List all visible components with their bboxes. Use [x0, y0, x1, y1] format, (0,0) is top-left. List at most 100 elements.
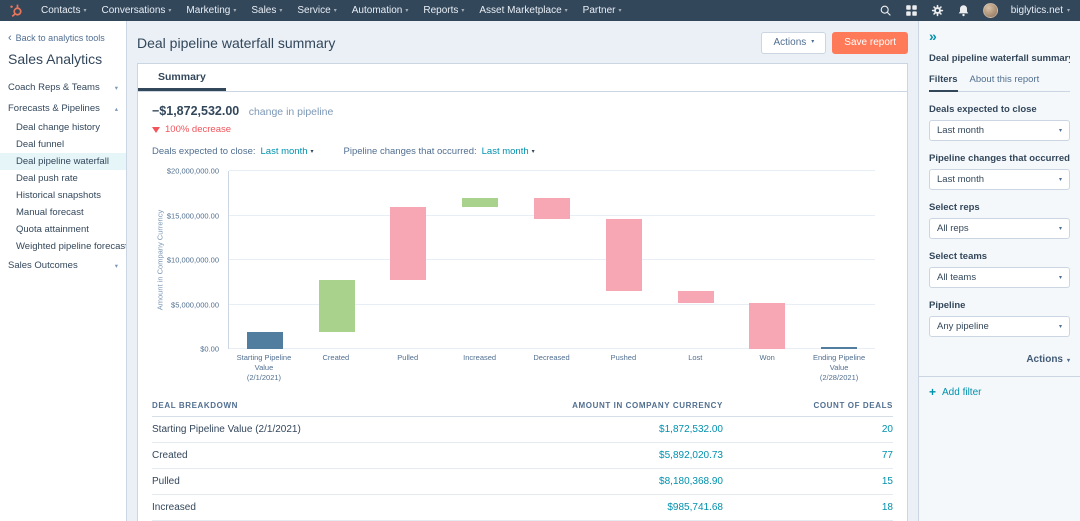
filter-select-select-teams[interactable]: All teams ▾: [929, 267, 1070, 288]
y-axis-tick-label: $0.00: [200, 345, 219, 354]
count-link[interactable]: 20: [723, 424, 893, 435]
filter-select-pipeline-changes-that-occurred[interactable]: Last month▾: [929, 169, 1070, 190]
save-report-button[interactable]: Save report: [832, 32, 908, 54]
sidebar-section-label: Forecasts & Pipelines: [8, 103, 100, 114]
row-label: Pulled: [152, 476, 493, 487]
count-link[interactable]: 77: [723, 450, 893, 461]
filter-group-select-reps: Select repsAll reps▾: [929, 202, 1070, 239]
inline-filter-dropdown[interactable]: Last month▾: [482, 146, 535, 157]
collapse-panel-icon[interactable]: »: [929, 29, 1070, 43]
x-axis-label: Won: [731, 353, 803, 382]
caret-down-icon: ▾: [811, 39, 814, 46]
inline-filter-dropdown[interactable]: Last month▾: [261, 146, 314, 157]
column-header-deal-breakdown: DEAL BREAKDOWN: [152, 401, 493, 410]
waterfall-bar-pulled[interactable]: [390, 207, 426, 280]
amount-link[interactable]: $985,741.68: [493, 502, 723, 513]
nav-item-reports[interactable]: Reports▾: [423, 5, 464, 16]
filter-group-label: Pipeline: [929, 300, 1070, 311]
amount-link[interactable]: $8,180,368.90: [493, 476, 723, 487]
tab-summary[interactable]: Summary: [138, 64, 226, 91]
x-axis-label: Lost: [659, 353, 731, 382]
nav-item-service[interactable]: Service▾: [297, 5, 336, 16]
waterfall-bar-pushed[interactable]: [606, 219, 642, 291]
nav-item-marketing[interactable]: Marketing▾: [186, 5, 236, 16]
sidebar-item-deal-funnel[interactable]: Deal funnel: [0, 136, 126, 153]
deal-breakdown-table: DEAL BREAKDOWN AMOUNT IN COMPANY CURRENC…: [152, 396, 893, 521]
count-link[interactable]: 15: [723, 476, 893, 487]
waterfall-bar-lost[interactable]: [678, 291, 714, 303]
x-axis-label: Pulled: [372, 353, 444, 382]
sidebar-section-coach-reps-teams[interactable]: Coach Reps & Teams▾: [0, 77, 126, 98]
pipeline-change-label: change in pipeline: [249, 106, 334, 118]
hubspot-sprocket-logo[interactable]: [10, 4, 23, 17]
sidebar-nav: Coach Reps & Teams▾Forecasts & Pipelines…: [0, 77, 126, 276]
column-header-count: COUNT OF DEALS: [723, 401, 893, 410]
amount-link[interactable]: $5,892,020.73: [493, 450, 723, 461]
filter-group-select-teams: Select teamsAll teams▾: [929, 251, 1070, 288]
y-axis-tick-label: $5,000,000.00: [171, 300, 219, 309]
sidebar-item-quota-attainment[interactable]: Quota attainment: [0, 221, 126, 238]
amount-link[interactable]: $1,872,532.00: [493, 424, 723, 435]
sidebar-item-manual-forecast[interactable]: Manual forecast: [0, 204, 126, 221]
tab-about-this-report[interactable]: About this report: [970, 74, 1040, 91]
nav-item-partner[interactable]: Partner▾: [583, 5, 622, 16]
topnav-right-cluster: biglytics.net ▾: [879, 3, 1070, 18]
nav-item-asset-marketplace[interactable]: Asset Marketplace▾: [479, 5, 567, 16]
waterfall-bar-decreased[interactable]: [534, 198, 570, 219]
search-icon[interactable]: [879, 4, 892, 17]
nav-item-sales[interactable]: Sales▾: [251, 5, 282, 16]
sidebar-item-weighted-pipeline-forecast[interactable]: Weighted pipeline forecast: [0, 238, 126, 255]
sidebar-item-deal-pipeline-waterfall[interactable]: Deal pipeline waterfall: [0, 153, 126, 170]
x-axis-label: Decreased: [516, 353, 588, 382]
notifications-bell-icon[interactable]: [957, 4, 970, 17]
filter-select-value: All teams: [937, 272, 976, 283]
sidebar-item-historical-snapshots[interactable]: Historical snapshots: [0, 187, 126, 204]
add-filter-label: Add filter: [942, 387, 981, 398]
table-body: Starting Pipeline Value (2/1/2021)$1,872…: [152, 417, 893, 521]
caret-down-icon: ▾: [1059, 274, 1062, 281]
filter-select-deals-expected-to-close[interactable]: Last month▾: [929, 120, 1070, 141]
filters-panel-tabs: Filters About this report: [929, 74, 1070, 92]
add-filter-button[interactable]: + Add filter: [929, 386, 1070, 398]
filters-panel-title: Deal pipeline waterfall summary: [929, 53, 1070, 64]
sidebar-item-deal-push-rate[interactable]: Deal push rate: [0, 170, 126, 187]
row-label: Created: [152, 450, 493, 461]
table-row: Created$5,892,020.7377: [152, 443, 893, 469]
row-label: Starting Pipeline Value (2/1/2021): [152, 424, 493, 435]
caret-down-icon: ▾: [1059, 225, 1062, 232]
filter-select-select-reps[interactable]: All reps▾: [929, 218, 1070, 239]
filter-select-pipeline[interactable]: Any pipeline▾: [929, 316, 1070, 337]
sidebar-section-forecasts-pipelines[interactable]: Forecasts & Pipelines▴: [0, 98, 126, 119]
waterfall-bar-increased[interactable]: [462, 198, 498, 207]
actions-button[interactable]: Actions ▾: [761, 32, 826, 54]
waterfall-chart: Amount in Company Currency $0.00$5,000,0…: [152, 171, 893, 382]
sidebar-section-sales-outcomes[interactable]: Sales Outcomes▾: [0, 255, 126, 276]
filter-group-pipeline: Pipeline Any pipeline▾: [929, 300, 1070, 337]
inline-filter-deals-expected-to-close: Deals expected to close: Last month▾: [152, 146, 314, 157]
waterfall-bar-ending-pipeline-value-2-28-2021[interactable]: [821, 347, 857, 349]
nav-item-conversations[interactable]: Conversations▾: [101, 5, 171, 16]
sidebar-item-deal-change-history[interactable]: Deal change history: [0, 119, 126, 136]
panel-actions-label: Actions: [1026, 354, 1063, 365]
waterfall-bar-created[interactable]: [319, 280, 355, 332]
nav-item-contacts[interactable]: Contacts▾: [41, 5, 86, 16]
page-title: Deal pipeline waterfall summary: [137, 35, 335, 51]
nav-item-automation[interactable]: Automation▾: [352, 5, 409, 16]
x-axis-label: Ending Pipeline Value (2/28/2021): [803, 353, 875, 382]
report-tabbar: Summary: [138, 64, 907, 92]
caret-down-icon: ▾: [618, 7, 621, 14]
inline-filter-label: Deals expected to close:: [152, 146, 256, 157]
settings-gear-icon[interactable]: [931, 4, 944, 17]
marketplace-grid-icon[interactable]: [905, 4, 918, 17]
back-to-analytics-link[interactable]: ‹ Back to analytics tools: [0, 21, 126, 43]
waterfall-bar-won[interactable]: [749, 303, 785, 349]
account-menu[interactable]: biglytics.net ▾: [1011, 5, 1070, 16]
waterfall-bar-starting-pipeline-value-2-1-2021[interactable]: [247, 332, 283, 349]
count-link[interactable]: 18: [723, 502, 893, 513]
panel-actions-dropdown[interactable]: Actions▾: [929, 354, 1070, 365]
caret-down-icon: ▾: [311, 148, 314, 155]
tab-filters[interactable]: Filters: [929, 74, 958, 92]
filter-groups: Deals expected to closeLast month▾Pipeli…: [929, 104, 1070, 337]
avatar[interactable]: [983, 3, 998, 18]
sprocket-icon: [10, 4, 23, 17]
